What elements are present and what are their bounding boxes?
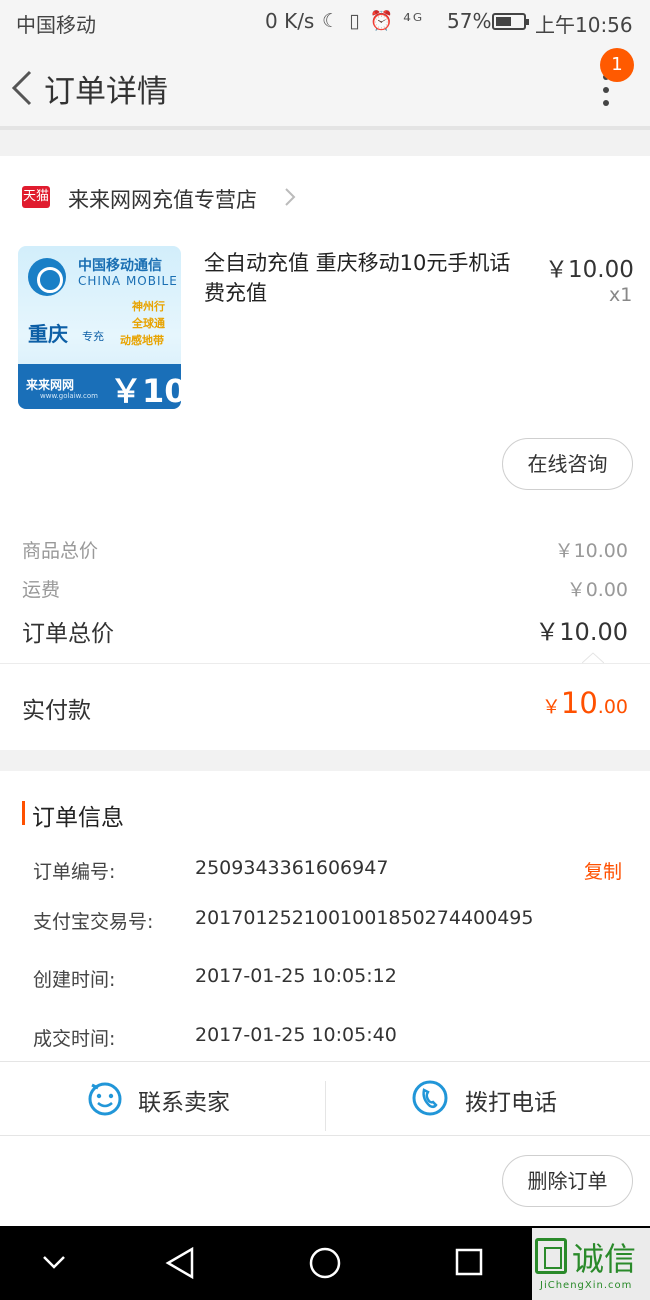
chevron-down-icon[interactable]: [40, 1252, 68, 1272]
network-speed: 0 K/s: [265, 9, 315, 33]
alipay-trade-value: 2017012521001001850274400495: [195, 907, 534, 929]
created-time-value: 2017-01-25 10:05:12: [195, 965, 397, 987]
delete-order-button[interactable]: 删除订单: [502, 1155, 633, 1207]
china-mobile-logo-icon: [28, 258, 66, 296]
order-total-label: 订单总价: [22, 621, 114, 647]
shop-name-link[interactable]: 来来网网充值专营店: [68, 184, 257, 214]
system-nav-bar: 诚信 JiChengXin.com: [0, 1226, 650, 1300]
tmall-badge: 天猫: [22, 186, 50, 208]
thumb-city: 重庆: [28, 322, 68, 346]
product-price: ￥10.00: [545, 257, 634, 283]
order-number-value: 2509343361606947: [195, 857, 389, 879]
online-consult-button[interactable]: 在线咨询: [502, 438, 633, 490]
call-phone-label: 拨打电话: [465, 1090, 557, 1116]
watermark-emblem-icon: [535, 1238, 567, 1274]
watermark-logo: 诚信 JiChengXin.com: [532, 1228, 650, 1300]
divider: [0, 1061, 650, 1062]
thumb-tag: 神州行: [132, 300, 165, 313]
thumb-face-value: ￥10: [110, 372, 181, 409]
battery-percent: 57%: [447, 9, 492, 33]
battery-icon: [492, 13, 529, 30]
watermark-url: JiChengXin.com: [540, 1280, 633, 1291]
thumb-recharge-tag: 专充: [82, 330, 104, 343]
thumb-website: www.golaiw.com: [40, 392, 98, 400]
product-quantity: x1: [609, 284, 633, 306]
order-info-card: 订单信息 订单编号: 2509343361606947 复制 支付宝交易号: 2…: [0, 771, 650, 1226]
chat-smile-icon: [88, 1082, 122, 1116]
copy-button[interactable]: 复制: [584, 857, 622, 884]
order-number-label: 订单编号:: [33, 861, 116, 883]
product-name[interactable]: 全自动充值 重庆移动10元手机话费充值: [204, 248, 524, 308]
paid-label: 实付款: [22, 698, 91, 724]
order-info-title: 订单信息: [32, 805, 124, 831]
nav-recents-icon[interactable]: [454, 1247, 484, 1277]
back-button[interactable]: [8, 66, 48, 110]
app-header: 订单详情 1: [0, 44, 650, 130]
call-phone-button[interactable]: 拨打电话: [325, 1063, 650, 1135]
phone-icon: [412, 1080, 448, 1116]
order-summary-card: 天猫 来来网网充值专营店 中国移动通信 CHINA MOBILE 重庆 专充 神…: [0, 156, 650, 750]
paid-decimal: .00: [597, 696, 628, 718]
caret-up-icon: [582, 652, 604, 664]
thumb-tag: 全球通: [132, 317, 165, 330]
goods-total-value: ￥10.00: [554, 540, 628, 562]
shipping-value: ￥0.00: [566, 579, 628, 601]
chevron-left-icon: [11, 70, 32, 106]
watermark-text: 诚信: [572, 1240, 637, 1278]
carrier-name: 中国移动: [16, 13, 96, 37]
alipay-trade-label: 支付宝交易号:: [33, 911, 154, 933]
thumb-operator-en: CHINA MOBILE: [78, 274, 178, 288]
goods-total-label: 商品总价: [22, 540, 99, 562]
thumb-tag: 动感地带: [120, 334, 164, 347]
contact-seller-button[interactable]: 联系卖家: [0, 1063, 325, 1135]
clock: 上午10:56: [535, 13, 633, 37]
notification-badge: 1: [600, 48, 634, 82]
thumb-footer: 来来网网 www.golaiw.com ￥10: [18, 364, 181, 409]
paid-currency: ￥: [541, 696, 561, 718]
thumb-brand: 来来网网: [26, 378, 75, 392]
thumb-operator-cn: 中国移动通信: [78, 258, 162, 274]
paid-amount: ￥10.00: [542, 686, 628, 720]
order-total-value: ￥10.00: [535, 618, 628, 646]
nav-back-icon[interactable]: [164, 1246, 196, 1280]
contact-seller-label: 联系卖家: [138, 1090, 230, 1116]
status-bar: 中国移动 0 K/s ☾ ▯ ⏰ ⁴ᴳ 57% 上午10:56: [0, 0, 650, 44]
created-time-label: 创建时间:: [33, 969, 116, 991]
nav-home-icon[interactable]: [308, 1246, 342, 1280]
shipping-label: 运费: [22, 579, 61, 601]
product-thumbnail[interactable]: 中国移动通信 CHINA MOBILE 重庆 专充 神州行 全球通 动感地带 来…: [18, 246, 181, 409]
section-accent-bar: [22, 801, 25, 825]
divider: [0, 1135, 650, 1136]
paid-integer: 10: [560, 686, 598, 720]
page-title: 订单详情: [44, 74, 168, 110]
deal-time-value: 2017-01-25 10:05:40: [195, 1024, 397, 1046]
chevron-right-icon: [285, 188, 296, 206]
deal-time-label: 成交时间:: [33, 1028, 116, 1050]
status-icons: ☾ ▯ ⏰ ⁴ᴳ: [322, 10, 425, 32]
divider: [0, 663, 650, 664]
